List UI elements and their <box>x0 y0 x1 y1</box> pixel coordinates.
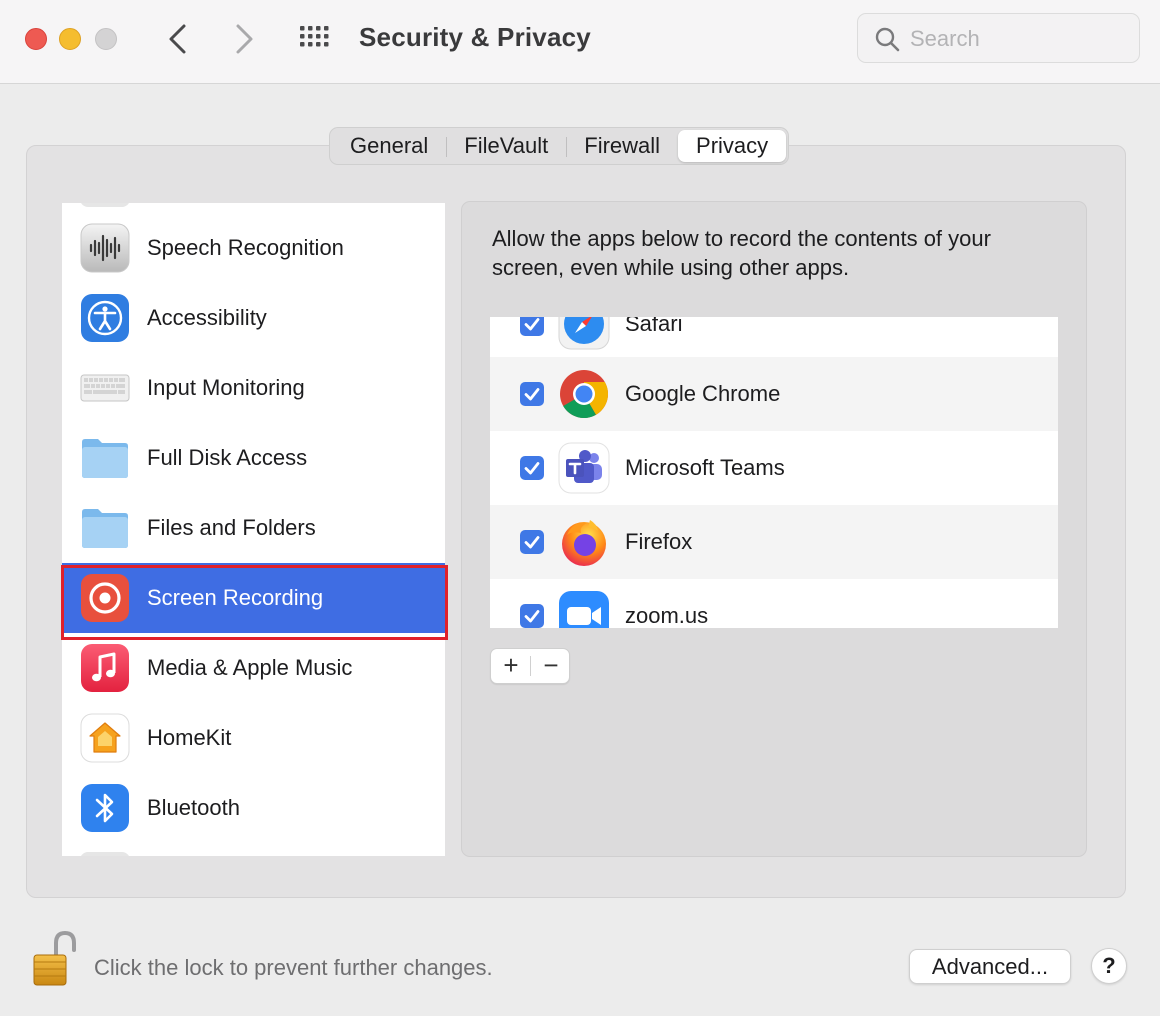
search-input[interactable] <box>910 22 1130 56</box>
list-item-partial <box>80 852 130 856</box>
checkmark-icon <box>524 536 540 549</box>
category-full-disk-access[interactable]: Full Disk Access <box>62 423 445 493</box>
checkmark-icon <box>524 462 540 475</box>
lock-button[interactable] <box>32 930 76 988</box>
firefox-icon <box>562 520 606 566</box>
category-label: Media & Apple Music <box>147 655 353 680</box>
chevron-right-icon <box>236 24 253 54</box>
safari-icon <box>558 317 610 350</box>
music-icon <box>81 644 129 692</box>
search-icon <box>875 27 900 52</box>
close-window-button[interactable] <box>25 28 47 50</box>
add-remove-controls: + − <box>490 648 570 684</box>
google-chrome-checkbox[interactable] <box>520 382 544 406</box>
category-input-monitoring[interactable]: Input Monitoring <box>62 353 445 423</box>
screen-recording-description: Allow the apps below to record the conte… <box>492 226 991 280</box>
tab-filevault[interactable]: FileVault <box>446 130 566 162</box>
app-permission-list[interactable]: Safari Google Chrome Microsoft Teams Fir… <box>490 317 1058 628</box>
back-button[interactable] <box>160 20 196 58</box>
grid-icon <box>300 26 329 47</box>
bluetooth-icon <box>81 784 129 832</box>
category-label: HomeKit <box>147 725 232 750</box>
unlocked-padlock-icon <box>33 930 76 986</box>
list-item-partial <box>80 203 130 207</box>
category-media-apple-music[interactable]: Media & Apple Music <box>62 633 445 703</box>
app-name: Microsoft Teams <box>625 455 785 480</box>
app-row-google-chrome[interactable]: Google Chrome <box>490 357 1058 431</box>
remove-app-button[interactable]: − <box>531 649 571 683</box>
add-app-button[interactable]: + <box>491 649 531 683</box>
minimize-window-button[interactable] <box>59 28 81 50</box>
forward-button[interactable] <box>226 20 262 58</box>
category-files-and-folders[interactable]: Files and Folders <box>62 493 445 563</box>
app-name: Firefox <box>625 529 693 554</box>
show-all-button[interactable] <box>298 24 334 54</box>
category-homekit[interactable]: HomeKit <box>62 703 445 773</box>
app-name: zoom.us <box>625 603 709 628</box>
speech-recognition-icon <box>80 223 130 273</box>
category-screen-recording[interactable]: Screen Recording <box>62 563 445 633</box>
accessibility-icon <box>81 294 129 342</box>
category-label: Bluetooth <box>147 795 240 820</box>
tab-firewall[interactable]: Firewall <box>566 130 678 162</box>
app-row-microsoft-teams[interactable]: Microsoft Teams <box>490 431 1058 505</box>
lock-status-text: Click the lock to prevent further change… <box>94 955 493 980</box>
keyboard-icon <box>80 374 130 402</box>
tab-general[interactable]: General <box>332 130 446 162</box>
homekit-icon <box>80 713 130 763</box>
microsoft-teams-checkbox[interactable] <box>520 456 544 480</box>
teams-icon <box>558 442 610 494</box>
category-speech-recognition[interactable]: Speech Recognition <box>62 213 445 283</box>
checkmark-icon <box>524 610 540 623</box>
checkmark-icon <box>524 318 540 331</box>
category-label: Speech Recognition <box>147 235 344 260</box>
screen-recording-icon <box>81 574 129 622</box>
help-button[interactable]: ? <box>1091 948 1127 984</box>
category-label: Accessibility <box>147 305 267 330</box>
privacy-category-list[interactable]: Speech Recognition Accessibility Input M… <box>62 203 445 856</box>
category-label: Full Disk Access <box>147 445 308 470</box>
app-row-zoom[interactable]: zoom.us <box>490 579 1058 628</box>
checkmark-icon <box>524 388 540 401</box>
zoom-icon <box>559 591 609 628</box>
category-label: Screen Recording <box>147 585 324 610</box>
tab-bar: General FileVault Firewall Privacy <box>329 127 790 165</box>
app-row-firefox[interactable]: Firefox <box>490 505 1058 579</box>
folder-icon <box>82 509 128 548</box>
category-accessibility[interactable]: Accessibility <box>62 283 445 353</box>
search-field[interactable] <box>857 13 1140 63</box>
zoom-window-button[interactable] <box>95 28 117 50</box>
category-bluetooth[interactable]: Bluetooth <box>62 773 445 843</box>
category-label: Files and Folders <box>147 515 316 540</box>
tab-privacy[interactable]: Privacy <box>678 130 787 162</box>
app-row-safari[interactable]: Safari <box>490 317 1058 361</box>
window-title: Security & Privacy <box>359 22 591 52</box>
firefox-checkbox[interactable] <box>520 530 544 554</box>
zoom-checkbox[interactable] <box>520 604 544 628</box>
advanced-button[interactable]: Advanced... <box>909 949 1071 984</box>
app-name: Safari <box>625 317 683 336</box>
app-name: Google Chrome <box>625 381 781 406</box>
category-label: Input Monitoring <box>147 375 305 400</box>
chevron-left-icon <box>169 24 186 54</box>
folder-icon <box>82 439 128 478</box>
safari-checkbox[interactable] <box>520 317 544 336</box>
title-bar: Security & Privacy <box>0 0 1160 84</box>
chrome-icon <box>560 370 608 419</box>
